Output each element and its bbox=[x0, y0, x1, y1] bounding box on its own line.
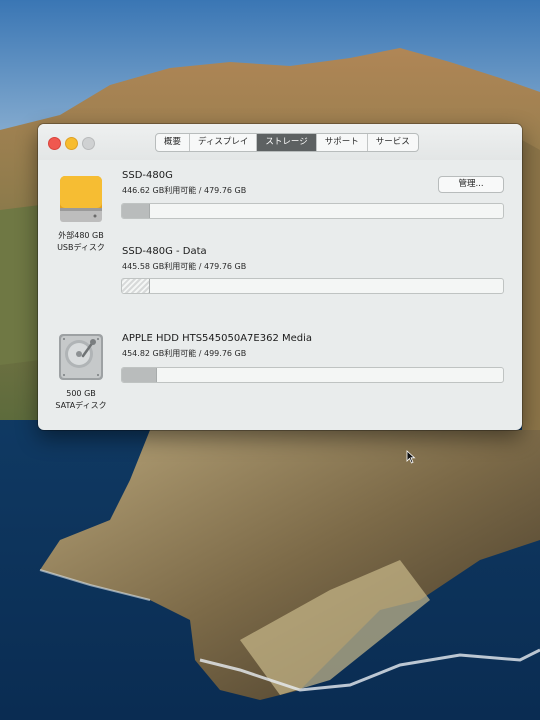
device-size-label: 外部480 GB bbox=[58, 231, 104, 240]
manage-button[interactable]: 管理... bbox=[438, 176, 504, 193]
device-caption-sata: 500 GB SATAディスク bbox=[46, 388, 116, 412]
volume-name: SSD-480G - Data bbox=[122, 246, 207, 257]
titlebar: 概要 ディスプレイ ストレージ サポート サービス bbox=[38, 124, 522, 160]
minimize-button[interactable] bbox=[65, 137, 78, 150]
zoom-button[interactable] bbox=[82, 137, 95, 150]
storage-bar-used bbox=[122, 368, 158, 382]
volume-space: 446.62 GB利用可能 / 479.76 GB bbox=[122, 186, 247, 195]
volume-name: SSD-480G bbox=[122, 170, 173, 181]
volume-space: 445.58 GB利用可能 / 479.76 GB bbox=[122, 262, 247, 271]
volume-name: APPLE HDD HTS545050A7E362 Media bbox=[122, 333, 313, 344]
about-this-mac-window: 概要 ディスプレイ ストレージ サポート サービス 外部480 GB USBディ… bbox=[38, 124, 522, 430]
tab-support[interactable]: サポート bbox=[317, 134, 368, 151]
mouse-cursor-icon bbox=[406, 450, 416, 464]
storage-bar bbox=[121, 278, 504, 294]
device-size-label: 500 GB bbox=[66, 389, 96, 398]
storage-bar bbox=[121, 367, 504, 383]
tab-bar: 概要 ディスプレイ ストレージ サポート サービス bbox=[155, 133, 419, 152]
tab-displays[interactable]: ディスプレイ bbox=[190, 134, 258, 151]
tab-service[interactable]: サービス bbox=[368, 134, 418, 151]
tab-overview[interactable]: 概要 bbox=[156, 134, 191, 151]
tab-storage[interactable]: ストレージ bbox=[257, 134, 317, 151]
close-button[interactable] bbox=[48, 137, 61, 150]
volume-space: 454.82 GB利用可能 / 499.76 GB bbox=[122, 349, 247, 358]
device-type-label: SATAディスク bbox=[55, 401, 107, 410]
device-type-label: USBディスク bbox=[57, 243, 105, 252]
storage-bar-used bbox=[122, 279, 150, 293]
device-caption-usb: 外部480 GB USBディスク bbox=[46, 230, 116, 254]
storage-bar bbox=[121, 203, 504, 219]
storage-pane: 外部480 GB USBディスク SSD-480G 446.62 GB利用可能 … bbox=[38, 160, 522, 430]
internal-hdd-icon bbox=[59, 334, 103, 380]
storage-bar-used bbox=[122, 204, 150, 218]
external-usb-drive-icon bbox=[60, 176, 102, 222]
